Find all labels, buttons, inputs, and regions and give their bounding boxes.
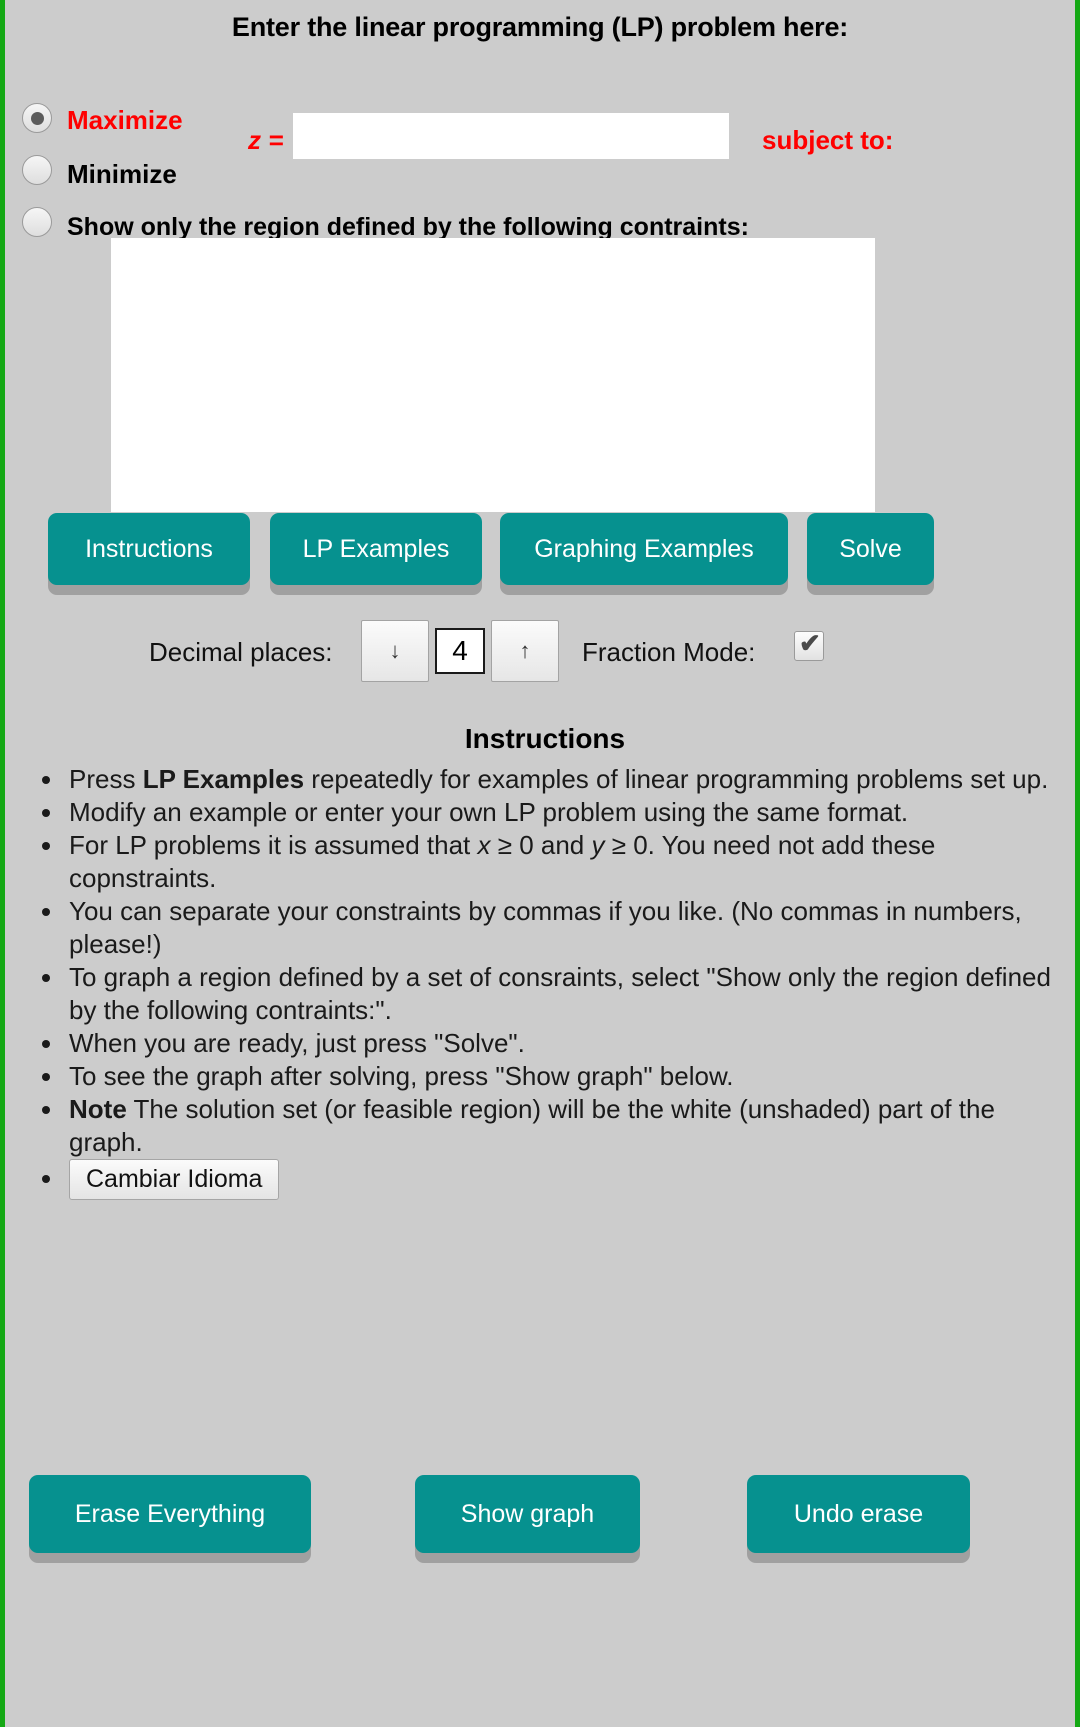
instruction-item: When you are ready, just press "Solve". xyxy=(65,1027,1075,1060)
instructions-button[interactable]: Instructions xyxy=(48,513,250,585)
objective-selector: Maximize Minimize Show only the region d… xyxy=(5,43,1075,241)
instruction-item: To see the graph after solving, press "S… xyxy=(65,1060,1075,1093)
instruction-text: When you are ready, just press "Solve". xyxy=(69,1028,525,1058)
constraints-textarea[interactable] xyxy=(111,238,875,512)
lp-examples-button[interactable]: LP Examples xyxy=(270,513,482,585)
instructions-list: Press LP Examples repeatedly for example… xyxy=(5,763,1075,1200)
instruction-text: Note xyxy=(69,1094,127,1124)
instruction-text: For LP problems it is assumed that xyxy=(69,830,478,860)
instruction-text: Press xyxy=(69,764,143,794)
instruction-text: The solution set (or feasible region) wi… xyxy=(69,1094,995,1157)
instruction-text: y xyxy=(591,830,605,860)
radio-maximize[interactable] xyxy=(22,103,52,133)
instruction-item: You can separate your constraints by com… xyxy=(65,895,1075,961)
instruction-text: repeatedly for examples of linear progra… xyxy=(304,764,1049,794)
instruction-text: x xyxy=(477,830,491,860)
graphing-examples-button[interactable]: Graphing Examples xyxy=(500,513,788,585)
decimal-places-label: Decimal places: xyxy=(149,637,333,667)
fraction-mode-label: Fraction Mode: xyxy=(582,637,756,667)
instruction-item: Press LP Examples repeatedly for example… xyxy=(65,763,1075,796)
radio-show-region[interactable] xyxy=(22,207,52,237)
instruction-item-language: Cambiar Idioma xyxy=(65,1159,1075,1200)
checkmark-icon: ✔ xyxy=(799,628,821,658)
instruction-text: You can separate your constraints by com… xyxy=(69,896,1022,959)
instruction-text: LP Examples xyxy=(142,764,305,794)
lp-solver-app: Enter the linear programming (LP) proble… xyxy=(0,0,1080,1727)
fraction-mode-checkbox[interactable]: ✔ xyxy=(794,628,824,661)
decimal-increase-button[interactable]: ↑ xyxy=(491,620,559,682)
instruction-text: To see the graph after solving, press "S… xyxy=(69,1061,734,1091)
cambiar-idioma-button[interactable]: Cambiar Idioma xyxy=(69,1159,280,1200)
z-equals-label: z = xyxy=(248,125,284,155)
objective-function-input[interactable] xyxy=(293,113,729,159)
instruction-item: Note The solution set (or feasible regio… xyxy=(65,1093,1075,1159)
decimal-decrease-button[interactable]: ↓ xyxy=(361,620,429,682)
instructions-heading: Instructions xyxy=(464,723,626,754)
subject-to-label: subject to: xyxy=(762,125,894,155)
settings-row: Decimal places: ↓ ↑ Fraction Mode: ✔ xyxy=(5,617,1075,689)
decimal-places-input[interactable] xyxy=(435,628,485,674)
instruction-text: ≥ 0 and xyxy=(490,830,592,860)
show-graph-button[interactable]: Show graph xyxy=(415,1475,640,1553)
action-button-row: Instructions LP Examples Graphing Exampl… xyxy=(5,513,1075,601)
undo-erase-button[interactable]: Undo erase xyxy=(747,1475,970,1553)
solve-button[interactable]: Solve xyxy=(807,513,934,585)
label-minimize[interactable]: Minimize xyxy=(67,159,177,190)
instruction-item: Modify an example or enter your own LP p… xyxy=(65,796,1075,829)
instruction-item: For LP problems it is assumed that x ≥ 0… xyxy=(65,829,1075,895)
radio-minimize[interactable] xyxy=(22,155,52,185)
footer-button-row: Erase Everything Show graph Undo erase xyxy=(5,1475,1075,1575)
instruction-text: To graph a region defined by a set of co… xyxy=(69,962,1051,1025)
page-title: Enter the linear programming (LP) proble… xyxy=(231,12,849,42)
label-maximize[interactable]: Maximize xyxy=(67,105,183,136)
instruction-text: Modify an example or enter your own LP p… xyxy=(69,797,909,827)
erase-everything-button[interactable]: Erase Everything xyxy=(29,1475,311,1553)
radio-maximize-dot xyxy=(30,111,44,125)
instruction-item: To graph a region defined by a set of co… xyxy=(65,961,1075,1027)
